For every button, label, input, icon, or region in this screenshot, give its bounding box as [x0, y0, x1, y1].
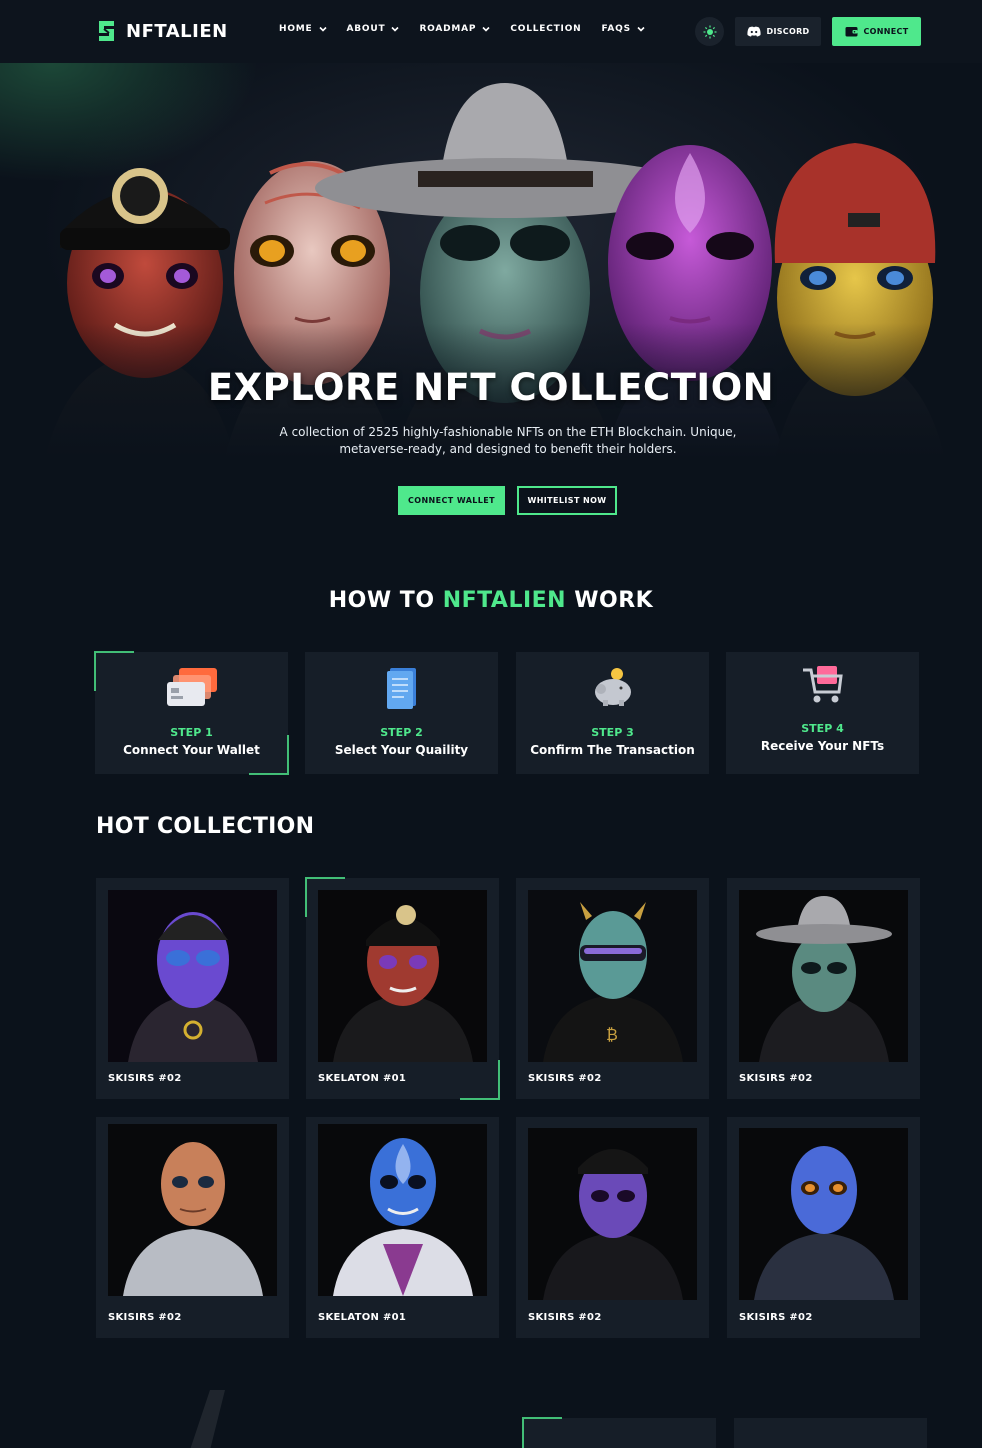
bottom-card — [734, 1418, 927, 1448]
corner-accent — [460, 1060, 500, 1100]
bottom-card — [522, 1417, 716, 1448]
chevron-down-icon — [318, 26, 327, 32]
piggy-bank-icon — [594, 668, 631, 706]
decorative-shape — [190, 1390, 225, 1448]
how-title-after: WORK — [566, 588, 654, 613]
nav-item-home[interactable]: HOME — [279, 24, 327, 34]
step-label: STEP 3 — [591, 726, 634, 739]
chevron-down-icon — [637, 26, 645, 32]
nft-image: ₿ — [528, 890, 697, 1062]
nav-item-faqs[interactable]: FAQS — [602, 24, 645, 34]
whitelist-now-button[interactable]: WHITELIST NOW — [517, 486, 617, 515]
how-title-accent: NFTALIEN — [442, 588, 567, 613]
nav-item-label: ROADMAP — [419, 24, 477, 34]
nav-item-label: FAQS — [601, 24, 631, 34]
nav-item-about[interactable]: ABOUT — [347, 24, 400, 34]
discord-label: DISCORD — [766, 27, 810, 36]
hot-collection-title: HOT COLLECTION — [96, 814, 315, 839]
nft-image — [318, 1124, 487, 1296]
logo-mark-icon — [99, 21, 114, 41]
nft-card[interactable]: SKELATON #01 — [306, 1117, 499, 1338]
shopping-cart-icon-wrap — [726, 664, 919, 710]
step-card-3[interactable]: STEP 3 Confirm The Transaction — [516, 652, 709, 774]
nft-image — [318, 890, 487, 1062]
nft-name: SKELATON #01 — [318, 1073, 407, 1084]
main-menu: HOME ABOUT ROADMAP COLLECTION FAQS — [279, 24, 645, 34]
corner-accent — [522, 1417, 562, 1448]
step-title: Confirm The Transaction — [530, 743, 695, 757]
svg-text:₿: ₿ — [606, 1025, 618, 1044]
nav-item-label: ABOUT — [346, 24, 386, 34]
logo[interactable]: NFTALIEN — [95, 18, 228, 44]
document-icon-wrap — [305, 666, 498, 712]
nft-name: SKELATON #01 — [318, 1312, 407, 1323]
step-card-4[interactable]: STEP 4 Receive Your NFTs — [726, 652, 919, 774]
nft-image — [528, 1128, 697, 1300]
step-card-2[interactable]: STEP 2 Select Your Quaility — [305, 652, 498, 774]
nft-card[interactable]: SKISIRS #02 — [727, 1117, 920, 1338]
step-label: STEP 2 — [380, 726, 423, 739]
nft-card[interactable]: SKISIRS #02 — [96, 878, 289, 1099]
step-title: Connect Your Wallet — [123, 743, 260, 757]
step-label: STEP 4 — [801, 722, 844, 735]
nav-item-label: HOME — [279, 24, 313, 34]
logo-text: NFTALIEN — [126, 20, 228, 42]
nft-name: SKISIRS #02 — [739, 1073, 813, 1084]
step-title: Select Your Quaility — [334, 743, 469, 757]
nav-item-collection[interactable]: COLLECTION — [510, 24, 581, 34]
nft-name: SKISIRS #02 — [528, 1073, 602, 1084]
nft-name: SKISIRS #02 — [108, 1073, 182, 1084]
nft-image — [108, 1124, 277, 1296]
nft-image — [739, 890, 908, 1062]
wallet-cards-icon — [166, 668, 217, 706]
theme-toggle-button[interactable] — [695, 17, 724, 46]
hero-subtitle-line: A collection of 2525 highly-fashionable … — [279, 425, 737, 439]
top-navbar: NFTALIEN HOME ABOUT ROADMAP COLLECTION F… — [0, 0, 982, 63]
nft-card[interactable]: SKISIRS #02 — [727, 878, 920, 1099]
nav-item-roadmap[interactable]: ROADMAP — [419, 24, 490, 34]
how-title-before: HOW TO — [328, 588, 443, 613]
hero-subtitle-line: metaverse-ready, and designed to benefit… — [339, 442, 677, 456]
how-it-works-title: HOW TO NFTALIEN WORK — [0, 588, 982, 613]
nav-item-label: COLLECTION — [510, 24, 582, 34]
connect-button[interactable]: CONNECT — [832, 17, 921, 46]
connect-label: CONNECT — [863, 27, 909, 36]
nft-card[interactable]: SKELATON #01 — [305, 877, 500, 1100]
document-icon — [386, 668, 416, 709]
step-label: STEP 1 — [170, 726, 213, 739]
wallet-cards-icon-wrap — [95, 666, 288, 712]
step-card-1[interactable]: STEP 1 Connect Your Wallet — [94, 651, 289, 775]
nft-card[interactable]: SKISIRS #02 — [516, 1117, 709, 1338]
hero-subtitle: A collection of 2525 highly-fashionable … — [270, 424, 746, 458]
nft-name: SKISIRS #02 — [528, 1312, 602, 1323]
nft-card[interactable]: SKISIRS #02 — [96, 1117, 289, 1338]
discord-button[interactable]: DISCORD — [735, 17, 821, 46]
nft-card[interactable]: ₿ SKISIRS #02 — [516, 878, 709, 1099]
sun-icon — [703, 25, 716, 38]
hero-section — [0, 63, 982, 483]
nft-name: SKISIRS #02 — [108, 1312, 182, 1323]
connect-wallet-button[interactable]: CONNECT WALLET — [398, 486, 505, 515]
hero-title: EXPLORE NFT COLLECTION — [207, 366, 775, 409]
nft-image — [739, 1128, 908, 1300]
shopping-cart-icon — [802, 666, 843, 703]
nft-image — [108, 890, 277, 1062]
piggy-bank-icon-wrap — [516, 666, 709, 712]
wallet-icon — [845, 27, 858, 37]
chevron-down-icon — [482, 26, 490, 32]
nft-name: SKISIRS #02 — [739, 1312, 813, 1323]
discord-icon — [746, 26, 761, 37]
chevron-down-icon — [391, 26, 400, 32]
step-title: Receive Your NFTs — [760, 739, 885, 753]
